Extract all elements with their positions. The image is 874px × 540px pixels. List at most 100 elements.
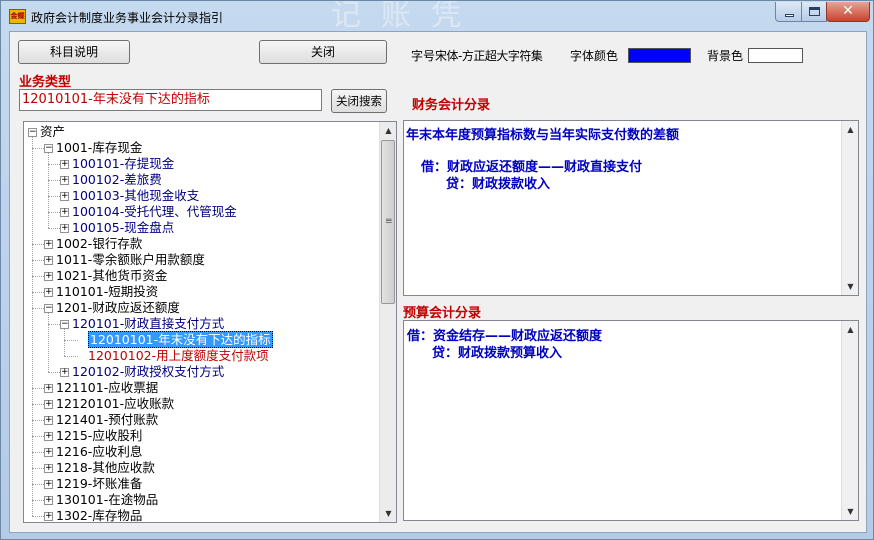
title-bar-watermark: 记账凭证 — [331, 1, 481, 29]
expand-icon[interactable]: + — [44, 512, 53, 521]
budget-entry-line: 贷：财政拨款预算收入 — [432, 346, 563, 361]
scroll-down-icon[interactable]: ▼ — [842, 278, 858, 295]
expand-icon[interactable]: + — [44, 288, 53, 297]
expand-icon[interactable]: + — [44, 240, 53, 249]
expand-icon[interactable]: + — [60, 160, 69, 169]
tree-connector — [64, 329, 65, 356]
search-input[interactable]: 12010101-年末没有下达的指标 — [19, 89, 322, 111]
expand-icon[interactable]: + — [44, 464, 53, 473]
expand-icon[interactable]: + — [60, 192, 69, 201]
expand-icon[interactable]: + — [44, 256, 53, 265]
tree-node[interactable]: 1219-坏账准备 — [56, 476, 142, 492]
financial-entry-title: 财务会计分录 — [412, 98, 491, 113]
tree-node[interactable]: 110101-短期投资 — [56, 284, 158, 300]
expand-icon[interactable]: + — [60, 176, 69, 185]
window-title: 政府会计制度业务事业会计分录指引 — [31, 11, 224, 25]
close-search-button[interactable]: 关闭搜索 — [331, 89, 387, 113]
tree-node-label: 120101-财政直接支付方式 — [72, 316, 225, 331]
tree-node-label: 100101-存提现金 — [72, 156, 175, 171]
expand-icon[interactable]: + — [44, 432, 53, 441]
financial-memo-scrollbar[interactable]: ▲ ▼ — [841, 121, 858, 295]
tree-node[interactable]: 100104-受托代理、代管现金 — [72, 204, 237, 220]
font-name-value[interactable]: 宋体-方正超大字符集 — [435, 47, 543, 64]
tree-node-label: 资产 — [40, 124, 66, 139]
close-button[interactable]: 关闭 — [259, 40, 387, 64]
tree-node[interactable]: 1218-其他应收款 — [56, 460, 155, 476]
font-color-label: 字体颜色 — [570, 49, 619, 63]
subject-description-button[interactable]: 科目说明 — [18, 40, 130, 64]
tree-node[interactable]: 121101-应收票据 — [56, 380, 158, 396]
grip-icon: ≡ — [385, 216, 393, 227]
tree-scrollbar[interactable]: ▲ ≡ ▼ — [379, 122, 396, 522]
tree-node[interactable]: 1216-应收利息 — [56, 444, 142, 460]
tree-node[interactable]: 100102-差旅费 — [72, 172, 162, 188]
expand-icon[interactable]: + — [44, 480, 53, 489]
tree-node-label: 120102-财政授权支付方式 — [72, 364, 225, 379]
tree-node[interactable]: 1011-零余额账户用款额度 — [56, 252, 205, 268]
tree-connector — [48, 153, 49, 228]
tree-node-label: 1219-坏账准备 — [56, 476, 143, 491]
tree-node-label: 121401-预付账款 — [56, 412, 159, 427]
expand-icon[interactable]: + — [44, 384, 53, 393]
tree-node[interactable]: 121401-预付账款 — [56, 412, 158, 428]
tree-node-label: 100103-其他现金收支 — [72, 188, 200, 203]
expand-icon[interactable]: + — [44, 272, 53, 281]
scroll-up-icon[interactable]: ▲ — [842, 121, 858, 138]
minimize-icon — [785, 14, 794, 17]
tree-node[interactable]: 130101-在途物品 — [56, 492, 158, 508]
tree-node[interactable]: 1302-库存物品 — [56, 508, 142, 522]
account-tree[interactable]: − 资产 −1001-库存现金 +100101-存提现金 +100102-差旅费 +100… — [23, 121, 397, 523]
tree-node[interactable]: 120102-财政授权支付方式 — [72, 364, 224, 380]
tree-node[interactable]: 1215-应收股利 — [56, 428, 142, 444]
expand-icon[interactable]: + — [60, 208, 69, 217]
financial-entry-line: 年末本年度预算指标数与当年实际支付数的差额 — [406, 128, 680, 143]
tree-node[interactable]: 100105-现金盘点 — [72, 220, 174, 236]
tree-node-label: 100104-受托代理、代管现金 — [72, 204, 237, 219]
tree-node[interactable]: 1002-银行存款 — [56, 236, 142, 252]
minimize-button[interactable] — [775, 2, 802, 22]
tree-node-label: 1216-应收利息 — [56, 444, 143, 459]
expand-icon[interactable]: + — [60, 224, 69, 233]
budget-entry-memo[interactable]: 借：资金结存——财政应返还额度 贷：财政拨款预算收入 ▲ ▼ — [403, 320, 859, 521]
financial-entry-line: 贷：财政拨款收入 — [446, 177, 551, 192]
expand-icon[interactable]: + — [44, 400, 53, 409]
tree-node[interactable]: 100103-其他现金收支 — [72, 188, 199, 204]
tree-node[interactable]: 1021-其他货币资金 — [56, 268, 167, 284]
expand-icon[interactable]: + — [44, 448, 53, 457]
close-icon: ✕ — [842, 3, 854, 19]
scroll-up-icon[interactable]: ▲ — [380, 122, 396, 139]
tree-node[interactable]: 资产 — [40, 124, 65, 140]
budget-memo-scrollbar[interactable]: ▲ ▼ — [841, 321, 858, 520]
font-color-swatch[interactable] — [628, 48, 691, 63]
tree-node-label: 1218-其他应收款 — [56, 460, 155, 475]
tree-connector — [48, 313, 49, 372]
close-window-button[interactable]: ✕ — [826, 2, 870, 22]
collapse-icon[interactable]: − — [44, 304, 53, 313]
scroll-down-icon[interactable]: ▼ — [842, 503, 858, 520]
tree-node[interactable]: 120101-财政直接支付方式 — [72, 316, 224, 332]
tree-node[interactable]: 1201-财政应返还额度 — [56, 300, 180, 316]
tree-node[interactable]: 12010101-年末没有下达的指标 — [88, 331, 273, 348]
expand-icon[interactable]: + — [60, 368, 69, 377]
tree-node-label: 12010102-用上度额度支付款项 — [88, 348, 269, 363]
scroll-up-icon[interactable]: ▲ — [842, 321, 858, 338]
expand-icon[interactable]: + — [44, 416, 53, 425]
tree-node[interactable]: 100101-存提现金 — [72, 156, 174, 172]
collapse-icon[interactable]: − — [28, 128, 37, 137]
tree-node-label: 100102-差旅费 — [72, 172, 162, 187]
tree-node[interactable]: 12120101-应收账款 — [56, 396, 174, 412]
title-bar[interactable]: 记账凭证 金蝶 政府会计制度业务事业会计分录指引 ✕ — [1, 1, 873, 31]
background-color-swatch[interactable] — [748, 48, 803, 63]
scroll-down-icon[interactable]: ▼ — [380, 505, 396, 522]
tree-node-label: 1001-库存现金 — [56, 140, 143, 155]
tree-node[interactable]: 1001-库存现金 — [56, 140, 142, 156]
tree-node[interactable]: 12010102-用上度额度支付款项 — [88, 348, 269, 364]
tree-node-label: 1201-财政应返还额度 — [56, 300, 180, 315]
maximize-button[interactable] — [801, 2, 827, 22]
collapse-icon[interactable]: − — [44, 144, 53, 153]
expand-icon[interactable]: + — [44, 496, 53, 505]
financial-entry-memo[interactable]: 年末本年度预算指标数与当年实际支付数的差额 借：财政应返还额度——财政直接支付 … — [403, 120, 859, 296]
collapse-icon[interactable]: − — [60, 320, 69, 329]
scroll-thumb[interactable]: ≡ — [381, 140, 395, 304]
tree-node-label: 130101-在途物品 — [56, 492, 159, 507]
